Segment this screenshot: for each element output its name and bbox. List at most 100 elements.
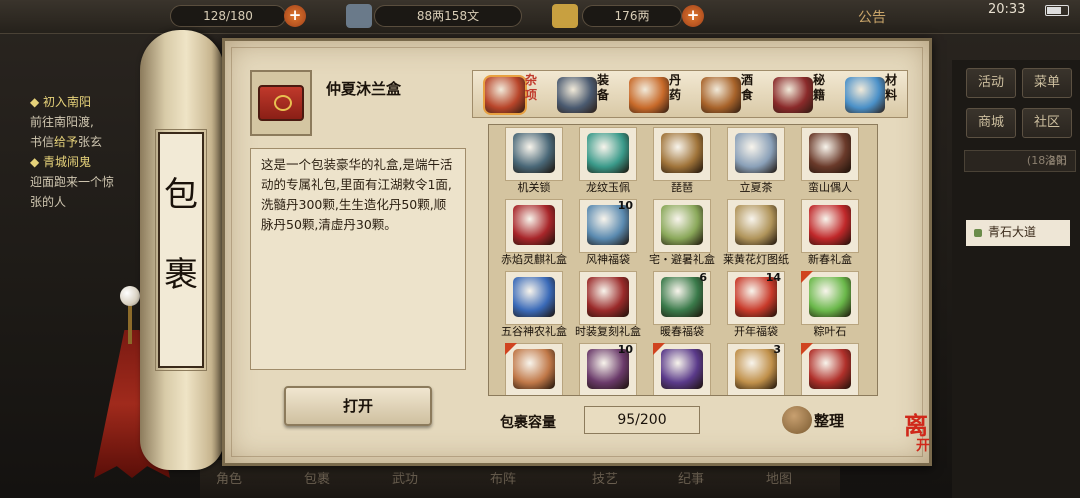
location-label: 洛阳 (18,29) [964, 150, 1076, 172]
inventory-slot[interactable]: 莱黄花灯图纸 [719, 197, 789, 266]
food-icon [701, 77, 741, 113]
new-item-badge [505, 343, 517, 355]
quest-text: 张的人 [30, 195, 67, 209]
inventory-slot[interactable] [645, 341, 711, 395]
item-icon [735, 205, 777, 245]
inventory-slot[interactable]: 新春礼盒 [793, 197, 859, 266]
pill-icon [629, 77, 669, 113]
item-icon [513, 277, 555, 317]
tab-4[interactable]: 秘籍 [769, 71, 841, 119]
item-count: 14 [765, 271, 781, 284]
inventory-slot[interactable] [793, 341, 859, 395]
item-icon [809, 205, 851, 245]
quest-tracker[interactable]: ◆ 初入南阳 前往南阳渡, 书信给予张玄 ◆ 青城闹鬼 迎面跑来一个惊 张的人 [30, 92, 148, 212]
tab-label: 酒食 [741, 73, 754, 102]
menu-crafts[interactable]: 技艺 [592, 468, 618, 487]
activity-button[interactable]: 活动 [966, 68, 1016, 98]
inventory-slot[interactable]: 机关锁 [497, 125, 563, 194]
inventory-slot[interactable]: 龙纹玉佩 [571, 125, 637, 194]
tab-2[interactable]: 丹药 [625, 71, 697, 119]
item-count: 3 [773, 343, 781, 356]
sort-button[interactable]: 整理 [780, 404, 860, 436]
notice-button[interactable]: 公告 [858, 7, 886, 27]
silver-counter: 88两158文 [374, 5, 522, 27]
community-button[interactable]: 社区 [1022, 108, 1072, 138]
category-tabs: 杂项 装备 丹药 酒食 秘籍 材料 [472, 70, 908, 118]
menu-bag[interactable]: 包裹 [304, 468, 330, 487]
item-count: 10 [617, 199, 633, 212]
inventory-slot[interactable]: 6 暖春福袋 [645, 269, 711, 338]
menu-chronicle[interactable]: 纪事 [678, 468, 704, 487]
tassel-bead [120, 286, 140, 306]
inventory-slot[interactable]: 时装复刻礼盒 [571, 269, 641, 338]
jar-icon [485, 77, 525, 113]
inventory-slot[interactable]: 14 开年福袋 [719, 269, 785, 338]
quest-title[interactable]: ◆ 青城闹鬼 [30, 152, 148, 172]
inventory-slot[interactable]: 10 风神福袋 [571, 197, 637, 266]
item-icon [735, 349, 777, 389]
inventory-slot[interactable]: 琵琶 [645, 125, 711, 194]
add-gold-button[interactable]: + [682, 5, 704, 27]
coordinates: (18,29) [1026, 154, 1067, 167]
inventory-slot[interactable]: 10 [571, 341, 637, 395]
capacity-label: 包裹容量 [500, 415, 556, 431]
selected-item-name: 仲夏沐兰盒 [326, 80, 402, 98]
inventory-slot[interactable]: 立夏茶 [719, 125, 785, 194]
inventory-slot[interactable]: 蛮山偶人 [793, 125, 859, 194]
inventory-slot[interactable]: 宅・避暑礼盒 [645, 197, 715, 266]
menu-button[interactable]: 菜单 [1022, 68, 1072, 98]
tab-3[interactable]: 酒食 [697, 71, 769, 119]
tab-1[interactable]: 装备 [553, 71, 625, 119]
stamina-counter: ⁢128/180 [170, 5, 286, 27]
inventory-slot[interactable]: 赤焰灵麒礼盒 [497, 197, 567, 266]
menu-role[interactable]: 角色 [216, 468, 242, 487]
item-icon [513, 349, 555, 389]
sort-label: 整理 [814, 412, 845, 430]
item-name: 蛮山偶人 [808, 181, 852, 194]
menu-skills[interactable]: 武功 [392, 468, 418, 487]
item-icon [809, 133, 851, 173]
tab-5[interactable]: 材料 [841, 71, 913, 119]
open-button[interactable]: 打开 [284, 386, 432, 426]
inventory-grid[interactable]: 机关锁 龙纹玉佩 琵琶 立夏茶蛮山偶人赤焰灵麒礼盒 10 风神福袋 宅・避暑礼盒 莱黄花灯图纸… [488, 124, 878, 396]
gold-counter: 176两 [582, 5, 682, 27]
shop-button[interactable]: 商城 [966, 108, 1016, 138]
gift-box-icon [258, 85, 304, 121]
tab-label: 丹药 [669, 73, 682, 102]
bag-icon [782, 406, 812, 434]
item-name: 粽叶石 [813, 325, 847, 338]
top-bar: ⁢128/180 + 88两158文 176两 + 公告 20:33 [0, 0, 1080, 34]
add-stamina-button[interactable]: + [284, 5, 306, 27]
inventory-slot[interactable]: 五谷神农礼盒 [497, 269, 567, 338]
gold-icon [552, 4, 578, 28]
crystal-icon [845, 77, 885, 113]
menu-formation[interactable]: 布阵 [490, 468, 516, 487]
inventory-slot[interactable] [497, 341, 563, 395]
new-item-badge [653, 343, 665, 355]
inventory-slot[interactable]: 3 [719, 341, 785, 395]
new-item-badge [801, 271, 813, 283]
tab-label: 杂项 [525, 73, 538, 102]
item-icon [513, 205, 555, 245]
item-icon [809, 277, 851, 317]
battery-icon [1045, 5, 1069, 16]
menu-map[interactable]: 地图 [766, 468, 792, 487]
item-count: 10 [617, 343, 633, 356]
item-icon [661, 277, 703, 317]
item-icon [661, 133, 703, 173]
quest-text: 书信给予张玄 [30, 135, 103, 149]
close-button[interactable]: 离开 [904, 414, 944, 462]
bag-title-label: 包 裹 [155, 129, 207, 371]
tab-label: 秘籍 [813, 73, 826, 102]
item-description: 这是一个包装豪华的礼盒,是端午活动的专属礼包,里面有江湖敕令1面,洗髓丹300颗… [250, 148, 466, 370]
quest-title[interactable]: ◆ 初入南阳 [30, 92, 148, 112]
selected-item-thumbnail [250, 70, 312, 136]
item-count: 6 [699, 271, 707, 284]
road-button[interactable]: 青石大道 [966, 220, 1070, 246]
item-icon [513, 133, 555, 173]
tab-0[interactable]: 杂项 [481, 71, 553, 119]
tassel-cord [128, 304, 132, 344]
quest-text: 前往南阳渡, [30, 115, 94, 129]
item-icon [661, 205, 703, 245]
inventory-slot[interactable]: 粽叶石 [793, 269, 859, 338]
